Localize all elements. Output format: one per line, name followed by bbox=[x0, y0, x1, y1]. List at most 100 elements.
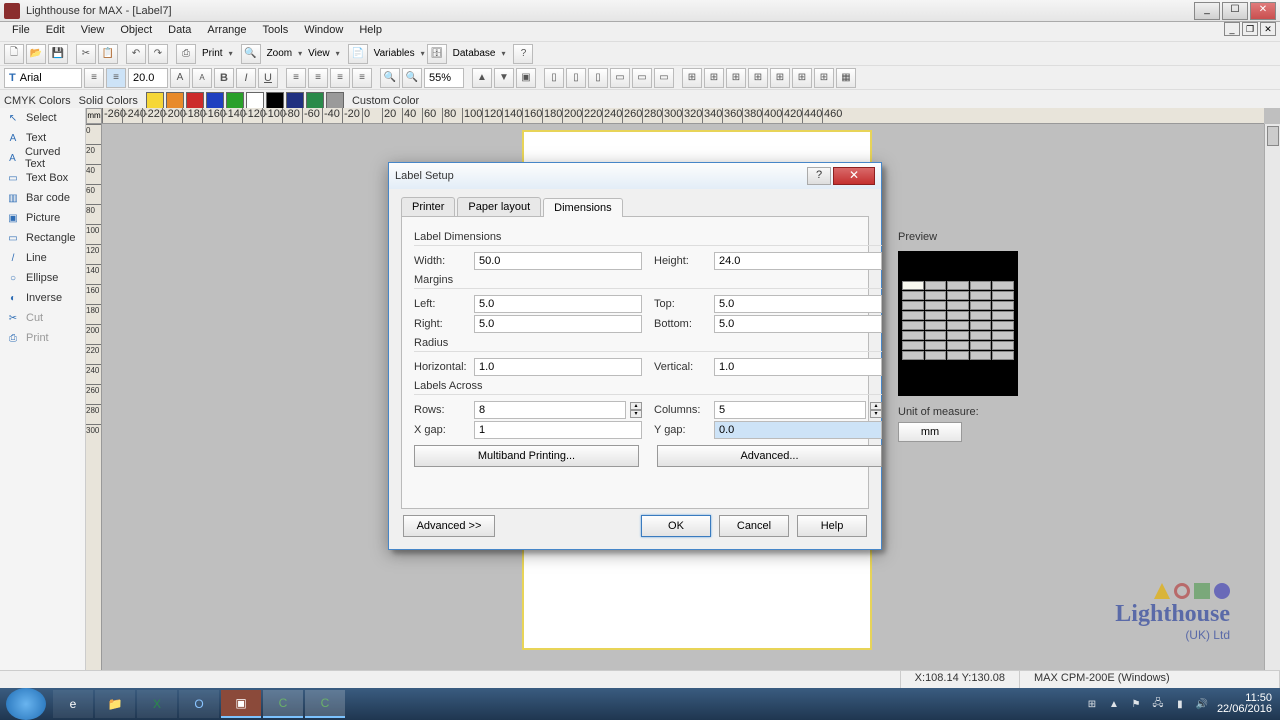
menu-file[interactable]: File bbox=[4, 22, 38, 41]
bottom-input[interactable] bbox=[714, 315, 882, 333]
start-button[interactable] bbox=[6, 688, 46, 720]
excel-icon[interactable]: X bbox=[137, 690, 177, 718]
app1-icon[interactable]: ▣ bbox=[221, 690, 261, 718]
al2-icon[interactable]: ▯ bbox=[566, 68, 586, 88]
tool-ellipse[interactable]: ○Ellipse bbox=[0, 268, 85, 288]
tray-flag-icon[interactable]: ▲ bbox=[1107, 697, 1121, 711]
menu-data[interactable]: Data bbox=[160, 22, 199, 41]
help-icon[interactable]: ? bbox=[513, 44, 533, 64]
justify-full-icon[interactable]: ≡ bbox=[352, 68, 372, 88]
dist7-icon[interactable]: ⊞ bbox=[814, 68, 834, 88]
width-input[interactable] bbox=[474, 252, 642, 270]
cols-spinner[interactable]: ▴▾ bbox=[870, 402, 882, 418]
paste-icon[interactable]: 📋 bbox=[98, 44, 118, 64]
dialog-help-icon[interactable]: ? bbox=[807, 167, 831, 185]
top-input[interactable] bbox=[714, 295, 882, 313]
cancel-button[interactable]: Cancel bbox=[719, 515, 789, 537]
color-swatch-7[interactable] bbox=[286, 92, 304, 110]
grid-icon[interactable]: ▦ bbox=[836, 68, 856, 88]
app2-icon[interactable]: C bbox=[263, 690, 303, 718]
align-center-icon[interactable]: ≡ bbox=[106, 68, 126, 88]
help-button[interactable]: Help bbox=[797, 515, 867, 537]
menu-arrange[interactable]: Arrange bbox=[199, 22, 254, 41]
al5-icon[interactable]: ▭ bbox=[632, 68, 652, 88]
move-back-icon[interactable]: ▼ bbox=[494, 68, 514, 88]
xgap-input[interactable] bbox=[474, 421, 642, 439]
color-swatch-9[interactable] bbox=[326, 92, 344, 110]
tool-select[interactable]: ↖Select bbox=[0, 108, 85, 128]
database-label[interactable]: Database bbox=[449, 48, 500, 59]
color-swatch-5[interactable] bbox=[246, 92, 264, 110]
multiband-button[interactable]: Multiband Printing... bbox=[414, 445, 639, 467]
menu-object[interactable]: Object bbox=[112, 22, 160, 41]
color-swatch-2[interactable] bbox=[186, 92, 204, 110]
rows-input[interactable] bbox=[474, 401, 626, 419]
explorer-icon[interactable]: 📁 bbox=[95, 690, 135, 718]
uom-button[interactable]: mm bbox=[898, 422, 962, 442]
variables-icon[interactable]: 📄 bbox=[348, 44, 368, 64]
tray-net-icon[interactable]: 🖧 bbox=[1151, 697, 1165, 711]
dist4-icon[interactable]: ⊞ bbox=[748, 68, 768, 88]
tool-rectangle[interactable]: ▭Rectangle bbox=[0, 228, 85, 248]
dist6-icon[interactable]: ⊞ bbox=[792, 68, 812, 88]
ie-icon[interactable]: e bbox=[53, 690, 93, 718]
tool-line[interactable]: /Line bbox=[0, 248, 85, 268]
v-scrollbar[interactable] bbox=[1264, 124, 1280, 672]
rows-spinner[interactable]: ▴▾ bbox=[630, 402, 642, 418]
tool-text[interactable]: AText bbox=[0, 128, 85, 148]
variables-label[interactable]: Variables bbox=[370, 48, 419, 59]
database-icon[interactable]: 🗄 bbox=[427, 44, 447, 64]
height-input[interactable] bbox=[714, 252, 882, 270]
app3-icon[interactable]: C bbox=[305, 690, 345, 718]
menu-tools[interactable]: Tools bbox=[255, 22, 297, 41]
new-icon[interactable]: 🗋 bbox=[4, 44, 24, 64]
zoom-label[interactable]: Zoom bbox=[263, 48, 297, 59]
dist5-icon[interactable]: ⊞ bbox=[770, 68, 790, 88]
zoom-combo[interactable]: 55% bbox=[424, 68, 464, 88]
menu-edit[interactable]: Edit bbox=[38, 22, 73, 41]
justify-right-icon[interactable]: ≡ bbox=[330, 68, 350, 88]
dialog-titlebar[interactable]: Label Setup ? ✕ bbox=[389, 163, 881, 189]
al4-icon[interactable]: ▭ bbox=[610, 68, 630, 88]
tool-text-box[interactable]: ▭Text Box bbox=[0, 168, 85, 188]
bold-icon[interactable]: B bbox=[214, 68, 234, 88]
redo-icon[interactable]: ↷ bbox=[148, 44, 168, 64]
view-label[interactable]: View bbox=[304, 48, 334, 59]
align-left-icon[interactable]: ≡ bbox=[84, 68, 104, 88]
maximize-button[interactable]: ☐ bbox=[1222, 2, 1248, 20]
dialog-close-button[interactable]: ✕ bbox=[833, 167, 875, 185]
vradius-input[interactable] bbox=[714, 358, 882, 376]
al3-icon[interactable]: ▯ bbox=[588, 68, 608, 88]
tray-action-icon[interactable]: ⚑ bbox=[1129, 697, 1143, 711]
minimize-button[interactable]: _ bbox=[1194, 2, 1220, 20]
tool-inverse[interactable]: ◐Inverse bbox=[0, 288, 85, 308]
menu-view[interactable]: View bbox=[73, 22, 113, 41]
tray-wifi-icon[interactable]: ▮ bbox=[1173, 697, 1187, 711]
group-icon[interactable]: ▣ bbox=[516, 68, 536, 88]
increase-size-icon[interactable]: A bbox=[170, 68, 190, 88]
tray-vol-icon[interactable]: 🔊 bbox=[1195, 697, 1209, 711]
mdi-minimize[interactable]: _ bbox=[1224, 22, 1240, 36]
hradius-input[interactable] bbox=[474, 358, 642, 376]
open-icon[interactable]: 📂 bbox=[26, 44, 46, 64]
justify-center-icon[interactable]: ≡ bbox=[308, 68, 328, 88]
mdi-close[interactable]: ✕ bbox=[1260, 22, 1276, 36]
clock[interactable]: 11:50 22/06/2016 bbox=[1217, 693, 1272, 715]
move-front-icon[interactable]: ▲ bbox=[472, 68, 492, 88]
justify-left-icon[interactable]: ≡ bbox=[286, 68, 306, 88]
zoom-icon[interactable]: 🔍 bbox=[241, 44, 261, 64]
menu-help[interactable]: Help bbox=[351, 22, 390, 41]
cmyk-label[interactable]: CMYK Colors bbox=[4, 95, 71, 107]
decrease-size-icon[interactable]: A bbox=[192, 68, 212, 88]
al6-icon[interactable]: ▭ bbox=[654, 68, 674, 88]
advanced-toggle-button[interactable]: Advanced >> bbox=[403, 515, 495, 537]
save-icon[interactable]: 💾 bbox=[48, 44, 68, 64]
tray-win-icon[interactable]: ⊞ bbox=[1085, 697, 1099, 711]
menu-window[interactable]: Window bbox=[296, 22, 351, 41]
outlook-icon[interactable]: O bbox=[179, 690, 219, 718]
color-swatch-6[interactable] bbox=[266, 92, 284, 110]
color-swatch-3[interactable] bbox=[206, 92, 224, 110]
zoom-in-icon[interactable]: 🔍 bbox=[380, 68, 400, 88]
solid-label[interactable]: Solid Colors bbox=[79, 95, 138, 107]
color-swatch-8[interactable] bbox=[306, 92, 324, 110]
